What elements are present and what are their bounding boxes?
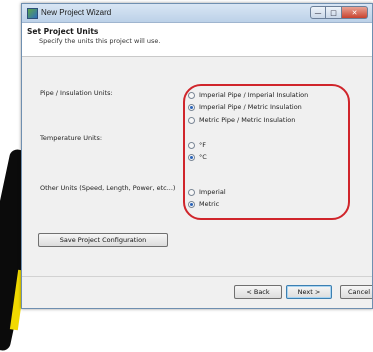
radio-label: °F <box>199 141 206 149</box>
temperature-label: Temperature Units: <box>40 134 103 142</box>
window-title: New Project Wizard <box>41 8 112 17</box>
wizard-window: New Project Wizard — □ ✕ Set Project Uni… <box>21 3 373 309</box>
next-button[interactable]: Next > <box>286 285 332 299</box>
radio-indicator <box>188 116 195 124</box>
radio-fahrenheit[interactable]: °F <box>188 141 206 149</box>
radio-celsius[interactable]: °C <box>188 153 207 161</box>
footer-divider <box>22 276 372 277</box>
radio-metric[interactable]: Metric <box>188 200 219 208</box>
title-bar[interactable]: New Project Wizard — □ ✕ <box>22 4 372 23</box>
radio-indicator <box>188 103 195 111</box>
radio-indicator <box>188 91 195 99</box>
page-title: Set Project Units <box>27 27 99 36</box>
radio-imperial[interactable]: Imperial <box>188 188 226 196</box>
page-subtitle: Specify the units this project will use. <box>39 37 161 45</box>
radio-imperial-metric[interactable]: Imperial Pipe / Metric Insulation <box>188 103 302 111</box>
caption-buttons: — □ ✕ <box>310 6 368 19</box>
radio-label: Imperial Pipe / Imperial Insulation <box>199 91 309 99</box>
back-button[interactable]: < Back <box>234 285 282 299</box>
radio-label: Imperial <box>199 188 226 196</box>
radio-indicator <box>188 141 195 149</box>
radio-label: Metric Pipe / Metric Insulation <box>199 116 296 124</box>
minimize-button[interactable]: — <box>310 6 326 19</box>
app-icon <box>27 8 38 19</box>
maximize-button[interactable]: □ <box>326 6 342 19</box>
radio-imperial-imperial[interactable]: Imperial Pipe / Imperial Insulation <box>188 91 308 99</box>
radio-indicator <box>188 153 195 161</box>
save-configuration-button[interactable]: Save Project Configuration <box>38 233 168 247</box>
radio-label: Metric <box>199 200 220 208</box>
cancel-button[interactable]: Cancel <box>340 285 372 299</box>
radio-label: °C <box>199 153 207 161</box>
wizard-header: Set Project Units Specify the units this… <box>22 23 372 57</box>
radio-label: Imperial Pipe / Metric Insulation <box>199 103 302 111</box>
radio-indicator <box>188 188 195 196</box>
radio-metric-metric[interactable]: Metric Pipe / Metric Insulation <box>188 116 295 124</box>
pipe-insulation-label: Pipe / Insulation Units: <box>40 89 113 97</box>
other-units-label: Other Units (Speed, Length, Power, etc..… <box>40 184 176 192</box>
close-button[interactable]: ✕ <box>342 6 368 19</box>
radio-indicator <box>188 200 195 208</box>
